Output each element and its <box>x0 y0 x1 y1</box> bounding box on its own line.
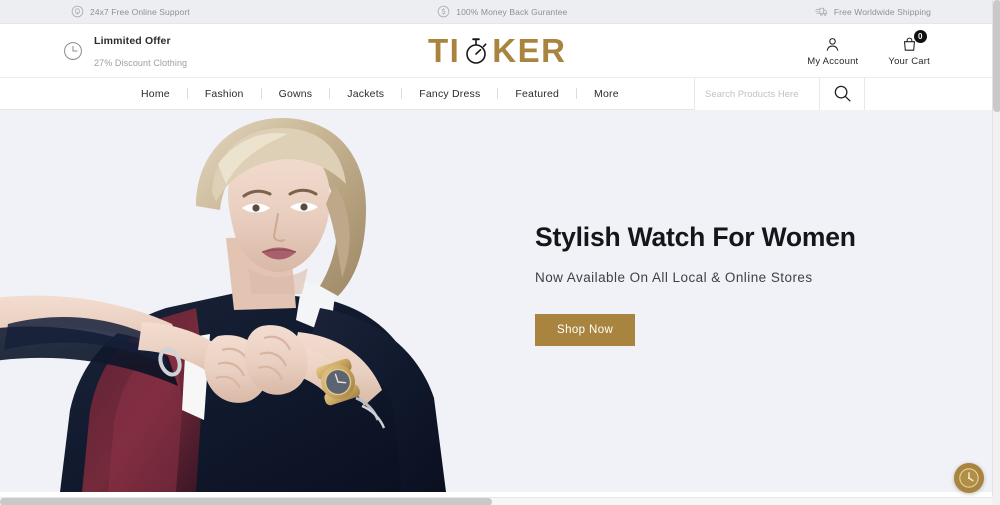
limited-offer-block: Limmited Offer 27% Discount Clothing <box>62 29 187 72</box>
nav-item-home[interactable]: Home <box>124 88 187 100</box>
shipping-truck-icon <box>815 5 828 18</box>
shop-now-button[interactable]: Shop Now <box>535 314 636 346</box>
clock-widget-icon[interactable] <box>954 463 984 493</box>
offer-title: Limmited Offer <box>94 34 171 47</box>
hero-banner: Stylish Watch For Women Now Available On… <box>0 110 992 492</box>
nav-item-featured[interactable]: Featured <box>498 88 576 100</box>
hero-title: Stylish Watch For Women <box>535 222 856 252</box>
hero-model-image <box>0 110 550 492</box>
announcement-label: Free Worldwide Shipping <box>833 6 931 17</box>
horizontal-scrollbar-thumb[interactable] <box>0 498 492 505</box>
hero-copy: Stylish Watch For Women Now Available On… <box>535 222 955 346</box>
your-cart-button[interactable]: 0 Your Cart <box>888 30 930 67</box>
nav-item-more[interactable]: More <box>577 88 636 100</box>
scrollbar-corner <box>992 497 1000 505</box>
nav-item-fancy-dress[interactable]: Fancy Dress <box>402 88 497 100</box>
shopping-bag-icon: 0 <box>901 30 927 54</box>
your-cart-label: Your Cart <box>888 56 930 67</box>
announcement-item-support: 24x7 Free Online Support <box>71 5 190 18</box>
site-header: Limmited Offer 27% Discount Clothing TI … <box>0 24 992 77</box>
vertical-scrollbar[interactable] <box>992 0 1000 497</box>
my-account-button[interactable]: My Account <box>807 34 858 67</box>
logo-text-before: TI <box>427 31 461 69</box>
search-icon <box>832 83 853 107</box>
search-tail-spacer <box>865 78 992 111</box>
main-navigation: Home Fashion Gowns Jackets Fancy Dress F… <box>0 77 992 111</box>
nav-item-fashion[interactable]: Fashion <box>188 88 261 100</box>
cart-count-badge: 0 <box>913 30 927 43</box>
search-input[interactable] <box>694 78 819 111</box>
announcement-bar: 24x7 Free Online Support 100% Money Back… <box>0 0 992 24</box>
nav-item-gowns[interactable]: Gowns <box>262 88 330 100</box>
offer-subtitle: 27% Discount Clothing <box>94 57 188 68</box>
clock-icon <box>62 40 84 62</box>
user-account-icon <box>824 34 841 54</box>
my-account-label: My Account <box>807 56 859 67</box>
search-button[interactable] <box>819 78 865 111</box>
announcement-item-money-back: 100% Money Back Gurantee <box>437 5 567 18</box>
announcement-label: 24x7 Free Online Support <box>90 6 190 17</box>
vertical-scrollbar-thumb[interactable] <box>993 0 1000 112</box>
horizontal-scrollbar[interactable] <box>0 497 992 505</box>
money-dollar-icon <box>437 5 450 18</box>
site-logo[interactable]: TI KER <box>428 32 567 70</box>
nav-list: Home Fashion Gowns Jackets Fancy Dress F… <box>124 78 636 109</box>
announcement-item-shipping: Free Worldwide Shipping <box>815 5 931 18</box>
headset-support-icon <box>71 5 84 18</box>
logo-text-after: KER <box>492 31 567 69</box>
nav-item-jackets[interactable]: Jackets <box>330 88 401 100</box>
search-area <box>694 78 992 111</box>
browser-viewport: 24x7 Free Online Support 100% Money Back… <box>0 0 1000 505</box>
hero-subtitle: Now Available On All Local & Online Stor… <box>535 270 813 285</box>
stopwatch-icon <box>461 34 491 68</box>
header-actions: My Account 0 Your Cart <box>807 30 930 67</box>
announcement-label: 100% Money Back Gurantee <box>456 6 568 17</box>
